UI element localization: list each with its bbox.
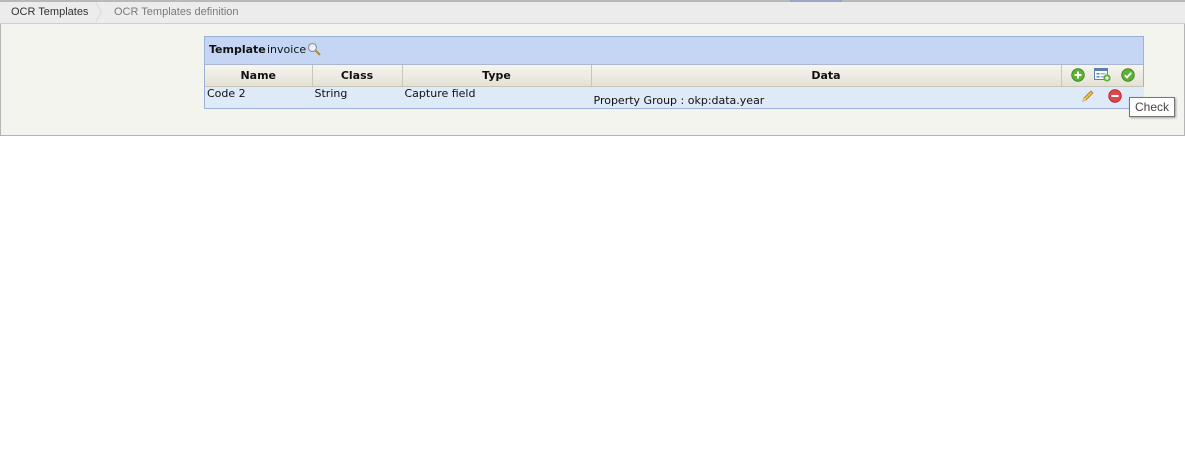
add-icon[interactable] bbox=[1070, 68, 1085, 82]
pencil-icon[interactable] bbox=[1081, 89, 1095, 103]
add-form-icon[interactable] bbox=[1093, 68, 1111, 82]
table-row[interactable]: Code 2 String Capture field Property Gro… bbox=[205, 86, 1144, 108]
fields-table: Name Class Type Data Code 2 String Captu… bbox=[205, 65, 1144, 108]
panel-header: Template invoice bbox=[205, 37, 1143, 65]
column-header-class: Class bbox=[312, 65, 403, 87]
column-header-name: Name bbox=[205, 65, 313, 87]
cell-type: Capture field bbox=[402, 86, 592, 108]
tooltip-check: Check bbox=[1129, 97, 1175, 117]
check-icon[interactable] bbox=[1120, 68, 1135, 82]
content-area: Template invoice Name Class Type Data Co… bbox=[0, 24, 1185, 136]
breadcrumb-item-ocr-templates[interactable]: OCR Templates bbox=[11, 2, 88, 23]
remove-icon[interactable] bbox=[1107, 89, 1122, 103]
template-label: Template bbox=[209, 43, 266, 56]
cell-class: String bbox=[312, 86, 403, 108]
magnifier-icon[interactable] bbox=[307, 42, 321, 56]
template-name: invoice bbox=[267, 43, 307, 56]
template-panel: Template invoice Name Class Type Data Co… bbox=[204, 36, 1144, 109]
table-header-row: Name Class Type Data bbox=[205, 65, 1143, 87]
breadcrumb-separator bbox=[95, 2, 102, 22]
breadcrumb: OCR Templates OCR Templates definition bbox=[0, 2, 1185, 24]
column-header-actions bbox=[1061, 65, 1143, 87]
column-header-data: Data bbox=[591, 65, 1062, 87]
breadcrumb-item-ocr-templates-definition: OCR Templates definition bbox=[114, 6, 239, 18]
cell-data: Property Group : okp:data.year bbox=[591, 86, 1062, 108]
cell-name: Code 2 bbox=[205, 86, 313, 108]
column-header-type: Type bbox=[402, 65, 592, 87]
